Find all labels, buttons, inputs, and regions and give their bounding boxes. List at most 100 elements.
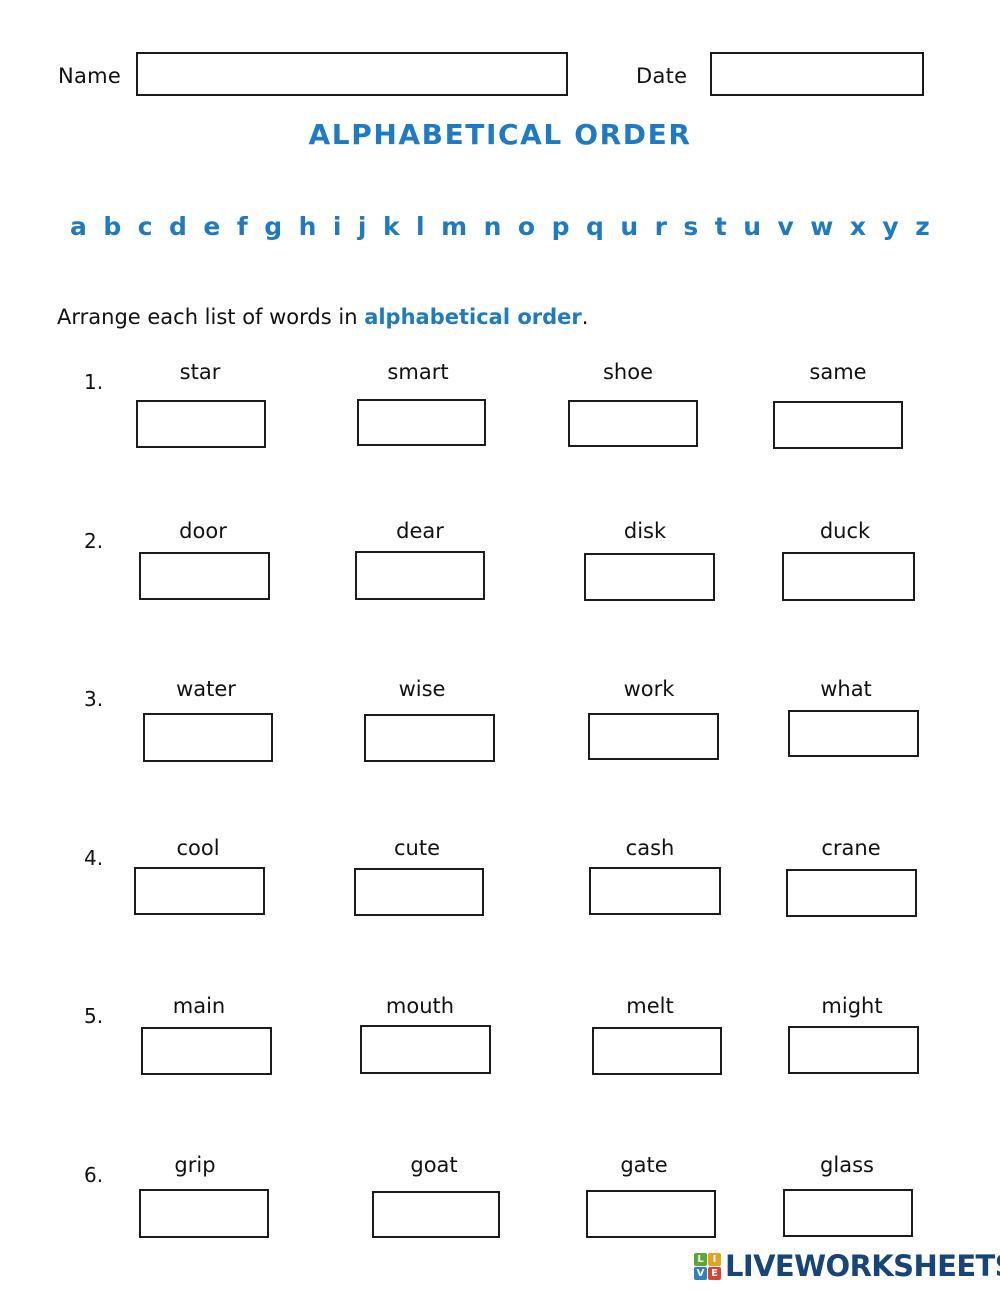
alphabet-letter: p (551, 212, 570, 241)
answer-input[interactable] (584, 553, 715, 601)
alphabet-letter: c (137, 212, 153, 241)
answer-input[interactable] (588, 713, 719, 760)
page-title: ALPHABETICAL ORDER (308, 118, 692, 151)
exercise-row: 5. main mouth melt might (0, 986, 1000, 1136)
alphabet-letter: t (714, 212, 727, 241)
exercise-number: 1. (84, 370, 104, 394)
answer-input[interactable] (139, 1189, 269, 1238)
exercise-number: 6. (84, 1163, 104, 1187)
logo-tile-v: V (694, 1267, 707, 1280)
answer-input[interactable] (568, 400, 698, 447)
word-prompt: smart (387, 360, 449, 384)
alphabet-letter: j (357, 212, 367, 241)
answer-input[interactable] (364, 714, 495, 762)
word-prompt: what (820, 677, 872, 701)
word-prompt: cute (393, 836, 441, 860)
answer-input[interactable] (592, 1027, 722, 1075)
logo-tile-e: E (708, 1267, 721, 1280)
exercise-row: 4. cool cute cash crane (0, 828, 1000, 978)
word-prompt: cash (625, 836, 675, 860)
word-prompt: dear (396, 519, 444, 543)
answer-input[interactable] (786, 869, 917, 917)
word-prompt: glass (820, 1153, 874, 1177)
instruction-accent: alphabetical order (364, 305, 582, 329)
alphabet-letter: g (264, 212, 283, 241)
alphabet-letter: s (683, 212, 699, 241)
answer-input[interactable] (773, 401, 903, 449)
word-prompt: main (172, 994, 226, 1018)
word-prompt: melt (626, 994, 674, 1018)
word-prompt: goat (410, 1153, 458, 1177)
alphabet-letter: o (517, 212, 536, 241)
logo-tile-l: L (694, 1253, 707, 1266)
word-prompt: duck (819, 519, 871, 543)
alphabet-letter: h (298, 212, 317, 241)
alphabet-letter: x (849, 212, 866, 241)
answer-input[interactable] (143, 713, 273, 762)
alphabet-letter: k (382, 212, 400, 241)
date-label: Date (636, 64, 688, 88)
alphabet-letter: i (332, 212, 342, 241)
name-input[interactable] (136, 52, 568, 96)
answer-input[interactable] (372, 1191, 500, 1238)
answer-input[interactable] (136, 400, 266, 448)
instruction-lead: Arrange each list of words in (57, 305, 365, 329)
word-prompt: disk (623, 519, 667, 543)
alphabet-letter: b (103, 212, 122, 241)
alphabet-letter: y (882, 212, 899, 241)
word-prompt: cool (176, 836, 220, 860)
exercise-number: 2. (84, 529, 104, 553)
alphabet-letter: a (70, 212, 87, 241)
name-label: Name (58, 64, 122, 88)
answer-input[interactable] (139, 552, 270, 600)
answer-input[interactable] (357, 399, 486, 446)
exercise-row: 2. door dear disk duck (0, 511, 1000, 661)
word-prompt: star (179, 360, 221, 384)
word-prompt: work (623, 677, 675, 701)
alphabet-letter: r (654, 212, 667, 241)
alphabet-letter: e (203, 212, 221, 241)
word-prompt: might (821, 994, 883, 1018)
answer-input[interactable] (586, 1190, 716, 1238)
alphabet-letter: m (441, 212, 468, 241)
alphabet-letter: f (236, 212, 248, 241)
answer-input[interactable] (354, 868, 484, 916)
alphabet-letter: q (585, 212, 604, 241)
instruction-tail: . (581, 305, 589, 329)
answer-input[interactable] (360, 1025, 491, 1074)
exercise-number: 3. (84, 687, 104, 711)
alphabet-letter: w (810, 212, 834, 241)
date-input[interactable] (710, 52, 924, 96)
alphabet-strip: abcdefghijklmnopqurstuvwxyz (70, 212, 930, 241)
word-prompt: mouth (385, 994, 455, 1018)
answer-input[interactable] (134, 867, 265, 915)
alphabet-letter: l (416, 212, 425, 241)
answer-input[interactable] (589, 867, 721, 915)
word-prompt: water (176, 677, 236, 701)
answer-input[interactable] (141, 1027, 272, 1075)
word-prompt: shoe (602, 360, 654, 384)
word-prompt: crane (821, 836, 881, 860)
alphabet-letter: n (483, 212, 502, 241)
logo-tile-i: I (708, 1253, 721, 1266)
alphabet-letter: u (743, 212, 761, 241)
answer-input[interactable] (782, 552, 915, 601)
answer-input[interactable] (355, 551, 485, 600)
logo-tiles-icon: LIVE (694, 1253, 721, 1280)
exercise-number: 5. (84, 1004, 104, 1028)
answer-input[interactable] (783, 1189, 913, 1237)
exercise-row: 1. star smart shoe same (0, 352, 1000, 502)
instruction-text: Arrange each list of words in alphabetic… (57, 305, 588, 329)
alphabet-letter: z (915, 212, 930, 241)
alphabet-letter: v (777, 212, 794, 241)
alphabet-letter: u (620, 212, 639, 241)
word-prompt: gate (620, 1153, 668, 1177)
answer-input[interactable] (788, 1026, 919, 1074)
logo-wordmark: LIVEWORKSHEETS (725, 1249, 1000, 1283)
worksheet-page: Name Date ALPHABETICAL ORDER abcdefghijk… (0, 0, 1000, 1291)
word-prompt: same (809, 360, 867, 384)
word-prompt: wise (398, 677, 446, 701)
liveworksheets-logo: LIVE LIVEWORKSHEETS (694, 1252, 1000, 1281)
answer-input[interactable] (788, 710, 919, 757)
exercise-row: 3. water wise work what (0, 669, 1000, 819)
